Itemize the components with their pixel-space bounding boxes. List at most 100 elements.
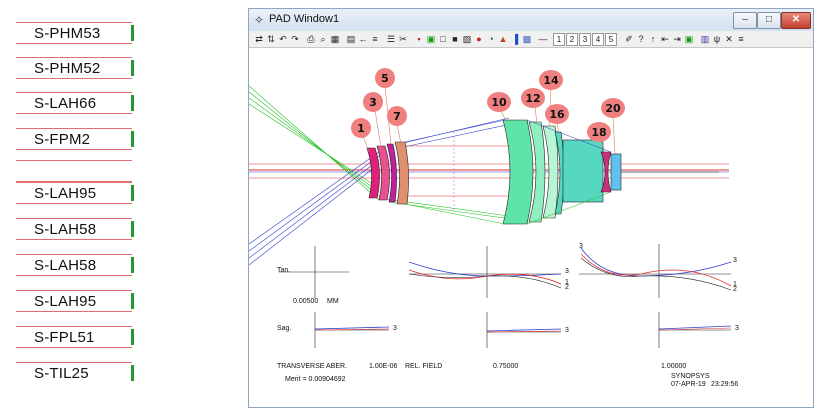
pad-window: ✧ PAD Window1 ‒ □ ✕ ⇄ ⇅ ↶ ↷ ⎙ ⌕ ▦ ▤ ← ≡ … [248, 8, 814, 408]
glass-name: S-FPM2 [34, 131, 91, 148]
grid-icon[interactable]: ▦ [329, 33, 341, 46]
print-icon[interactable]: ⎙ [305, 33, 317, 46]
scale-value: 0.00500 [293, 298, 318, 305]
page-5-button[interactable]: 5 [605, 33, 617, 46]
page-1-button[interactable]: 1 [553, 33, 565, 46]
glass-item[interactable]: S-LAH66 [16, 92, 136, 114]
svg-text:3: 3 [565, 327, 569, 334]
title-bar[interactable]: ✧ PAD Window1 ‒ □ ✕ [249, 9, 813, 32]
hatch-icon[interactable]: ▧ [461, 33, 473, 46]
glass-marker [131, 365, 134, 381]
field-full: 1.00000 [661, 363, 686, 370]
date-label: 07-APR-19 [671, 381, 706, 388]
surface-bubble[interactable]: 1 [351, 118, 371, 153]
swap-icon[interactable]: ⇄ [253, 33, 265, 46]
lens-element-1 [366, 147, 380, 199]
bars-icon[interactable]: ▐ [509, 33, 521, 46]
glass-name: S-LAH95 [34, 185, 97, 202]
pie-icon[interactable]: ◔ [485, 33, 497, 46]
list-icon[interactable]: ☰ [385, 33, 397, 46]
pencil-icon[interactable]: ✐ [623, 33, 635, 46]
record-icon[interactable]: ● [473, 33, 485, 46]
triangle-icon[interactable]: ▲ [497, 33, 509, 46]
glass-marker [131, 293, 134, 309]
redo-icon[interactable]: ↷ [289, 33, 301, 46]
right-end-icon[interactable]: ⇥ [671, 33, 683, 46]
vertical-swap-icon[interactable]: ⇅ [265, 33, 277, 46]
surface-bubble[interactable]: 7 [387, 106, 407, 145]
glass-item[interactable]: S-FPL51 [16, 326, 136, 348]
merit-value: Merit = 0.00904692 [285, 376, 346, 383]
wavelength: 1.00E-06 [369, 363, 398, 370]
glass-marker [131, 257, 134, 273]
glass-item[interactable]: S-LAH95 [16, 182, 136, 204]
undo-icon[interactable]: ↶ [277, 33, 289, 46]
close-button[interactable]: ✕ [781, 12, 811, 29]
up-arrow-icon[interactable]: ↑ [647, 33, 659, 46]
glass-marker [131, 131, 134, 147]
toolbar: ⇄ ⇅ ↶ ↷ ⎙ ⌕ ▦ ▤ ← ≡ ☰ ✂ ▪ ▣ □ ■ ▧ ● ◔ ▲ … [249, 31, 813, 48]
svg-text:10: 10 [491, 96, 507, 109]
glass-list: S-PHM53 S-PHM52 S-LAH66 S-FPM2 S-LAH95 S… [0, 0, 140, 417]
glass-marker [131, 185, 134, 201]
glass-item[interactable]: S-LAH95 [16, 290, 136, 312]
camera-icon[interactable]: ▣ [425, 33, 437, 46]
palette-icon[interactable]: ▥ [699, 33, 711, 46]
maximize-button[interactable]: □ [757, 12, 781, 29]
svg-text:20: 20 [605, 102, 621, 115]
zoom-icon[interactable]: ⌕ [317, 33, 329, 46]
svg-text:5: 5 [381, 72, 389, 85]
brand-label: SYNOPSYS [671, 373, 710, 380]
left-end-icon[interactable]: ⇤ [659, 33, 671, 46]
time-label: 23:29:56 [711, 381, 738, 388]
glass-item[interactable]: S-PHM53 [16, 22, 136, 44]
page-4-button[interactable]: 4 [592, 33, 604, 46]
prism-block [562, 139, 604, 203]
lens-element-20 [610, 153, 622, 191]
glass-name: S-FPL51 [34, 329, 95, 346]
ruler-icon[interactable]: — [537, 33, 549, 46]
layout-icon[interactable]: ▤ [345, 33, 357, 46]
page-3-button[interactable]: 3 [579, 33, 591, 46]
glass-name: S-PHM52 [34, 60, 101, 77]
field-mid: 0.75000 [493, 363, 518, 370]
lines-icon[interactable]: ≡ [735, 33, 747, 46]
glass-item[interactable]: S-FPM2 [16, 128, 136, 150]
svg-text:3: 3 [579, 243, 583, 250]
box-filled-icon[interactable]: ■ [449, 33, 461, 46]
surface-bubble[interactable]: 12 [521, 88, 545, 125]
glass-marker [131, 221, 134, 237]
glass-item[interactable] [16, 160, 136, 182]
chart-icon[interactable]: ▣ [683, 33, 695, 46]
surface-bubble[interactable]: 10 [487, 92, 511, 123]
glass-item[interactable]: S-LAH58 [16, 218, 136, 240]
psi-icon[interactable]: ψ [711, 33, 723, 46]
glass-marker [131, 95, 134, 111]
minimize-button[interactable]: ‒ [733, 12, 757, 29]
glass-item[interactable]: S-TIL25 [16, 362, 136, 384]
sag-label: Sag. [277, 325, 291, 332]
front-lens-group [366, 141, 409, 205]
cut-icon[interactable]: ✂ [397, 33, 409, 46]
glass-item[interactable]: S-LAH58 [16, 254, 136, 276]
glass-name: S-LAH66 [34, 95, 97, 112]
back-icon[interactable]: ← [357, 33, 369, 46]
help-icon[interactable]: ? [635, 33, 647, 46]
glass-marker [131, 329, 134, 345]
glass-name: S-LAH58 [34, 221, 97, 238]
page-2-button[interactable]: 2 [566, 33, 578, 46]
svg-text:2: 2 [565, 284, 569, 291]
glass-marker [131, 60, 134, 76]
glass-item[interactable]: S-PHM52 [16, 57, 136, 79]
svg-text:3: 3 [735, 325, 739, 332]
pattern-icon[interactable]: ▩ [521, 33, 533, 46]
window-title: PAD Window1 [269, 13, 340, 25]
color-dots-icon[interactable]: ▪ [413, 33, 425, 46]
svg-text:7: 7 [393, 110, 401, 123]
svg-text:16: 16 [549, 108, 565, 121]
close-x-icon[interactable]: ✕ [723, 33, 735, 46]
menu-icon[interactable]: ≡ [369, 33, 381, 46]
drawing-canvas: 1 3 5 7 10 12 14 16 18 20 Tan. 3 1 2 3 3… [249, 68, 739, 388]
svg-text:3: 3 [733, 257, 737, 264]
box-outline-icon[interactable]: □ [437, 33, 449, 46]
